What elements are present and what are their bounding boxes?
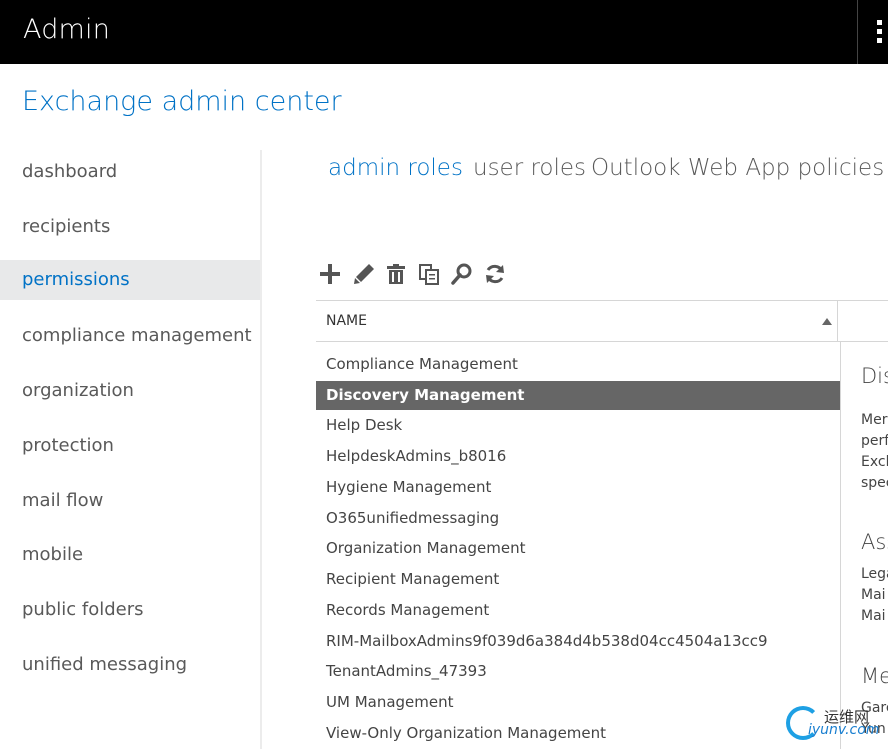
tab-outlook-web-app-policies[interactable]: Outlook Web App policies [591, 155, 884, 181]
tab-admin-roles[interactable]: admin roles [328, 155, 463, 181]
table-row[interactable]: Recipient Management [316, 565, 840, 594]
details-assigned-line: Lega [861, 566, 888, 582]
details-assigned-line: Mai [861, 608, 886, 624]
page-title: Exchange admin center [22, 86, 342, 117]
table-row[interactable]: Hygiene Management [316, 473, 840, 502]
details-title: Dis [861, 364, 888, 388]
nav-item-unified-messaging[interactable]: unified messaging [0, 645, 260, 685]
tab-user-roles[interactable]: user roles [473, 155, 586, 181]
table-row[interactable]: O365unifiedmessaging [316, 504, 840, 533]
table-row[interactable]: View-Only Organization Management [316, 719, 840, 748]
details-assigned-line: Mai [861, 587, 886, 603]
copy-icon[interactable] [417, 262, 441, 286]
column-divider [837, 301, 838, 342]
details-description-line: Mer [861, 412, 888, 428]
nav-item-mobile[interactable]: mobile [0, 535, 260, 575]
details-description-line: perf [861, 433, 888, 449]
nav-item-mail-flow[interactable]: mail flow [0, 481, 260, 521]
table-row[interactable]: TenantAdmins_47393 [316, 657, 840, 686]
top-bar-divider [857, 0, 858, 64]
details-assigned-heading: Ass [861, 530, 888, 554]
nav-item-public-folders[interactable]: public folders [0, 590, 260, 630]
top-bar: Admin [0, 0, 888, 64]
details-description-line: Exch [861, 454, 888, 470]
nav-item-organization[interactable]: organization [0, 371, 260, 411]
nav-item-permissions[interactable]: permissions [0, 260, 260, 300]
sort-ascending-icon[interactable] [822, 318, 832, 325]
table-row[interactable]: RIM-MailboxAdmins9f039d6a384d4b538d04cc4… [316, 627, 840, 656]
edit-icon[interactable] [352, 262, 376, 286]
table-row[interactable]: UM Management [316, 688, 840, 717]
nav-separator [260, 150, 262, 749]
nav-item-compliance-management[interactable]: compliance management [0, 316, 260, 356]
column-header-name[interactable]: NAME [326, 313, 367, 329]
watermark: 运维网 iyunv.com [784, 700, 888, 749]
table-row[interactable]: HelpdeskAdmins_b8016 [316, 442, 840, 471]
table-row[interactable]: Records Management [316, 596, 840, 625]
details-members-heading: Me [861, 664, 888, 688]
app-launcher-menu-icon[interactable] [877, 20, 885, 46]
table-row[interactable]: Compliance Management [316, 350, 840, 379]
nav-item-protection[interactable]: protection [0, 426, 260, 466]
delete-icon[interactable] [384, 262, 408, 286]
table-row-selected[interactable]: Discovery Management [316, 381, 840, 410]
add-icon[interactable] [318, 262, 342, 286]
refresh-icon[interactable] [483, 262, 507, 286]
details-pane: Dis Mer perf Exch spec Ass Lega Mai Mai … [840, 342, 888, 749]
grid-header: NAME [316, 300, 888, 342]
nav-item-dashboard[interactable]: dashboard [0, 152, 260, 192]
details-description-line: spec [861, 475, 888, 491]
watermark-url: iyunv.com [808, 722, 880, 738]
table-row[interactable]: Help Desk [316, 411, 840, 440]
nav-item-recipients[interactable]: recipients [0, 207, 260, 247]
search-icon[interactable] [450, 262, 474, 286]
table-row[interactable]: Organization Management [316, 534, 840, 563]
app-title: Admin [23, 14, 111, 45]
